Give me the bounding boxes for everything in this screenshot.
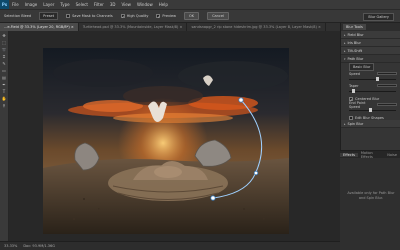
high-quality-checkbox[interactable]: High Quality: [117, 14, 153, 18]
collapse-arrow-icon: ▾: [344, 56, 346, 61]
spin-blur-label: Spin Blur: [347, 121, 364, 126]
menu-type[interactable]: Type: [57, 2, 72, 7]
canvas-area[interactable]: [9, 31, 340, 241]
status-bar: 33.33% Doc: 93.9M/1.36G: [0, 241, 340, 250]
save-mask-check-icon: [66, 14, 71, 18]
end-point-speed-label: End Point Speed: [349, 100, 366, 109]
move-tool-icon[interactable]: ✥: [1, 33, 7, 38]
expand-arrow-icon: ▸: [344, 121, 346, 126]
speed-slider-track: [349, 77, 396, 82]
end-point-speed-input[interactable]: [377, 103, 397, 106]
taper-slider-knob[interactable]: [352, 89, 356, 94]
menu-window[interactable]: Window: [134, 2, 156, 7]
cancel-button-label: Cancel: [207, 12, 229, 20]
tab-document-3[interactable]: sandsnapgr_2 rip stone hideshrim.jpg @ 3…: [187, 23, 326, 31]
blur-path-start-handle[interactable]: [238, 97, 244, 103]
iris-blur-section[interactable]: ▸ Iris Blur: [341, 39, 400, 47]
taper-input[interactable]: [377, 84, 397, 87]
tab-document-1[interactable]: ...e-Field @ 33.3% (Layer 20, RGB/8*) ×: [0, 23, 79, 31]
tab-motion-effects[interactable]: Motion Effects: [358, 151, 384, 159]
hand-tool-icon[interactable]: ✋: [1, 96, 7, 101]
menu-filter[interactable]: Filter: [91, 2, 107, 7]
blur-type-row[interactable]: Basic Blur: [341, 62, 400, 71]
zoom-tool-icon[interactable]: ⚲: [1, 103, 7, 108]
menu-file[interactable]: File: [9, 2, 22, 7]
speed-input[interactable]: [377, 72, 397, 75]
tab-blur-tools[interactable]: Blur Tools: [343, 24, 366, 30]
document-canvas[interactable]: [43, 48, 289, 234]
ok-button-label: OK: [184, 12, 200, 20]
high-quality-check-icon: [120, 14, 125, 18]
expand-arrow-icon: ▸: [344, 40, 346, 45]
workspace-switcher[interactable]: Blur Gallery: [363, 13, 394, 21]
crop-tool-icon[interactable]: ⌗: [1, 54, 7, 59]
edit-blur-shapes-check-icon[interactable]: [349, 115, 353, 120]
preset-dropdown[interactable]: Preset: [35, 12, 62, 20]
end-point-speed-row: End Point Speed: [341, 100, 400, 109]
preview-checkbox[interactable]: Preview: [152, 14, 180, 18]
cancel-button[interactable]: Cancel: [203, 12, 233, 20]
effects-panel-tabs: Effects Motion Effects Noise: [340, 151, 400, 159]
photoshop-logo-icon: Ps: [0, 0, 9, 9]
edit-blur-shapes-control: Edit Blur Shapes: [349, 115, 384, 120]
end-point-speed-knob[interactable]: [368, 108, 372, 113]
edit-blur-shapes-label: Edit Blur Shapes: [355, 115, 384, 120]
brush-tool-icon[interactable]: ✎: [1, 61, 7, 66]
field-blur-section[interactable]: ▸ Field Blur: [341, 31, 400, 39]
eraser-tool-icon[interactable]: ▭: [1, 68, 7, 73]
save-mask-label: Save Mask to Channels: [72, 14, 113, 18]
ok-button[interactable]: OK: [180, 12, 203, 20]
lasso-tool-icon[interactable]: ➰: [1, 47, 7, 52]
high-quality-label: High Quality: [126, 14, 149, 18]
speed-label: Speed: [349, 71, 360, 76]
options-bar: Selection Bleed Preset Save Mask to Chan…: [0, 9, 400, 23]
save-mask-checkbox[interactable]: Save Mask to Channels: [62, 14, 117, 18]
menu-view[interactable]: View: [118, 2, 134, 7]
iris-blur-label: Iris Blur: [347, 40, 361, 45]
expand-arrow-icon: ▸: [344, 32, 346, 37]
preset-value: Preset: [39, 12, 59, 20]
selection-bleed-label: Selection Bleed: [4, 14, 32, 18]
tab-effects[interactable]: Effects: [340, 152, 358, 157]
preview-label: Preview: [162, 14, 177, 18]
selection-bleed-control[interactable]: Selection Bleed: [0, 14, 35, 18]
tilt-shift-label: Tilt-Shift: [347, 48, 363, 53]
pen-tool-icon[interactable]: ✒: [1, 82, 7, 87]
taper-slider-track: [349, 89, 396, 94]
document-tabs: ...e-Field @ 33.3% (Layer 20, RGB/8*) × …: [0, 23, 340, 31]
panel-tabs: Blur Tools: [341, 23, 400, 31]
speed-slider-knob[interactable]: [375, 77, 379, 82]
tilt-shift-section[interactable]: ▸ Tilt-Shift: [341, 47, 400, 55]
menu-3d[interactable]: 3D: [107, 2, 119, 7]
tab-noise[interactable]: Noise: [384, 153, 400, 157]
end-point-speed-track: [349, 108, 396, 113]
menu-image[interactable]: Image: [22, 2, 41, 7]
effects-panel-message: Available only for Path Blur and Spin Bl…: [347, 191, 395, 200]
zoom-level[interactable]: 33.33%: [4, 244, 17, 248]
taper-row: Taper: [341, 82, 400, 89]
gradient-tool-icon[interactable]: ▤: [1, 75, 7, 80]
taper-label: Taper: [349, 83, 359, 88]
type-tool-icon[interactable]: T: [1, 89, 7, 94]
basic-blur-dropdown[interactable]: Basic Blur: [349, 62, 375, 71]
effects-panel: Effects Motion Effects Noise Available o…: [340, 150, 400, 250]
path-blur-label: Path Blur: [347, 56, 364, 61]
menu-layer[interactable]: Layer: [40, 2, 57, 7]
blur-path-mid-handle[interactable]: [253, 170, 259, 176]
preview-check-icon: [156, 14, 161, 18]
tools-panel: ✥ ⬚ ➰ ⌗ ✎ ▭ ▤ ✒ T ✋ ⚲: [0, 31, 9, 241]
menu-select[interactable]: Select: [73, 2, 91, 7]
field-blur-label: Field Blur: [347, 32, 364, 37]
blur-path-end-handle[interactable]: [210, 195, 216, 201]
tab-document-2[interactable]: Turtlehead.psd @ 33.3% (Mountainside, La…: [79, 23, 188, 31]
doc-size: Doc: 93.9M/1.36G: [23, 244, 55, 248]
marquee-tool-icon[interactable]: ⬚: [1, 40, 7, 45]
menu-bar: Ps File Image Layer Type Select Filter 3…: [0, 0, 400, 9]
menu-help[interactable]: Help: [156, 2, 171, 7]
expand-arrow-icon: ▸: [344, 48, 346, 53]
spin-blur-section[interactable]: ▸ Spin Blur: [341, 120, 400, 128]
edit-blur-shapes-row[interactable]: Edit Blur Shapes: [341, 113, 400, 120]
speed-row: Speed: [341, 70, 400, 77]
